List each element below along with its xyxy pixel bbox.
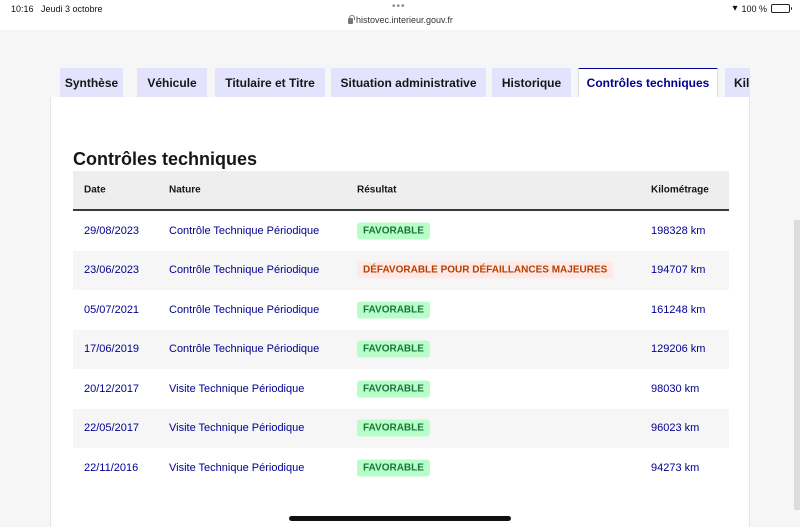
status-badge: FAVORABLE (357, 459, 430, 477)
table-row: 05/07/2021 Contrôle Technique Périodique… (73, 290, 729, 330)
cell-nature: Visite Technique Périodique (169, 461, 305, 474)
table-row: 29/08/2023 Contrôle Technique Périodique… (73, 211, 729, 251)
battery-percent: 100 % (741, 3, 767, 14)
wifi-icon: ▾ (732, 3, 738, 14)
address-bar[interactable]: histovec.interieur.gouv.fr (348, 15, 453, 25)
table-row: 17/06/2019 Contrôle Technique Périodique… (73, 329, 729, 369)
status-badge: FAVORABLE (357, 419, 430, 437)
cell-result: DÉFAVORABLE POUR DÉFAILLANCES MAJEURES (357, 261, 614, 279)
cell-nature: Visite Technique Périodique (169, 382, 305, 395)
tab-bar: Synthèse Véhicule Titulaire et Titre Sit… (60, 68, 750, 98)
cell-date: 29/08/2023 (84, 224, 140, 237)
scrollbar[interactable] (794, 220, 800, 510)
battery-icon (771, 4, 792, 13)
table-row: 22/11/2016 Visite Technique Périodique F… (73, 448, 729, 488)
status-badge: DÉFAVORABLE POUR DÉFAILLANCES MAJEURES (357, 261, 614, 279)
table-row: 23/06/2023 Contrôle Technique Périodique… (73, 250, 729, 290)
status-badge: FAVORABLE (357, 340, 430, 358)
tab-controles-techniques[interactable]: Contrôles techniques (578, 68, 718, 98)
header-km: Kilométrage (651, 184, 709, 196)
cell-nature: Visite Technique Périodique (169, 422, 305, 435)
cell-km: 94273 km (651, 461, 700, 474)
lock-icon (348, 15, 355, 24)
cell-km: 129206 km (651, 343, 706, 356)
address-url: histovec.interieur.gouv.fr (356, 15, 453, 25)
tab-label: Véhicule (147, 76, 197, 90)
cell-km: 96023 km (651, 422, 700, 435)
page: Synthèse Véhicule Titulaire et Titre Sit… (0, 30, 800, 527)
cell-km: 194707 km (651, 264, 706, 277)
table-row: 20/12/2017 Visite Technique Périodique F… (73, 369, 729, 409)
cell-nature: Contrôle Technique Périodique (169, 264, 320, 277)
cell-result: FAVORABLE (357, 340, 430, 358)
cell-date: 22/11/2016 (84, 461, 139, 474)
cell-date: 05/07/2021 (84, 303, 140, 316)
tab-historique[interactable]: Historique (492, 68, 571, 98)
home-indicator[interactable] (289, 516, 511, 521)
cell-result: FAVORABLE (357, 380, 430, 398)
status-bar: 10:16 Jeudi 3 octobre ••• histovec.inter… (0, 0, 800, 30)
cell-result: FAVORABLE (357, 419, 430, 437)
tab-panel: Contrôles techniques Date Nature Résulta… (50, 97, 750, 527)
tab-vehicule[interactable]: Véhicule (137, 68, 207, 98)
tab-label: Synthèse (64, 76, 119, 90)
cell-result: FAVORABLE (357, 301, 430, 319)
cell-km: 161248 km (651, 303, 706, 316)
header-nature: Nature (169, 184, 201, 196)
status-badge: FAVORABLE (357, 301, 430, 319)
tab-label: Contrôles techniques (586, 76, 710, 90)
cell-date: 22/05/2017 (84, 422, 140, 435)
status-badge: FAVORABLE (357, 380, 430, 398)
cell-result: FAVORABLE (357, 459, 430, 477)
cell-nature: Contrôle Technique Périodique (169, 224, 320, 237)
tab-label: Situation administrative (340, 76, 477, 90)
cell-nature: Contrôle Technique Périodique (169, 343, 320, 356)
controles-table: Date Nature Résultat Kilométrage 29/08/2… (73, 171, 729, 488)
cell-date: 20/12/2017 (84, 382, 140, 395)
more-dots-icon[interactable]: ••• (392, 1, 406, 12)
tab-label: Historique (501, 76, 562, 90)
tab-synthese[interactable]: Synthèse (60, 68, 123, 98)
tab-label: Titulaire et Titre (225, 76, 315, 90)
cell-date: 17/06/2019 (84, 343, 140, 356)
header-date: Date (84, 184, 106, 196)
cell-km: 198328 km (651, 224, 706, 237)
tab-titulaire[interactable]: Titulaire et Titre (215, 68, 325, 98)
table-header: Date Nature Résultat Kilométrage (73, 171, 729, 211)
status-time: 10:16 (11, 4, 34, 14)
status-date: Jeudi 3 octobre (41, 4, 103, 14)
status-badge: FAVORABLE (357, 222, 430, 240)
table-row: 22/05/2017 Visite Technique Périodique F… (73, 408, 729, 448)
header-result: Résultat (357, 184, 397, 196)
cell-km: 98030 km (651, 382, 700, 395)
status-right: ▾ 100 % (732, 3, 792, 14)
cell-date: 23/06/2023 (84, 264, 140, 277)
tab-label: Kilo (734, 76, 750, 90)
cell-result: FAVORABLE (357, 222, 430, 240)
cell-nature: Contrôle Technique Périodique (169, 303, 320, 316)
tab-situation-administrative[interactable]: Situation administrative (331, 68, 486, 98)
tab-kilometrage[interactable]: Kilo (725, 68, 750, 98)
section-title: Contrôles techniques (73, 149, 258, 169)
